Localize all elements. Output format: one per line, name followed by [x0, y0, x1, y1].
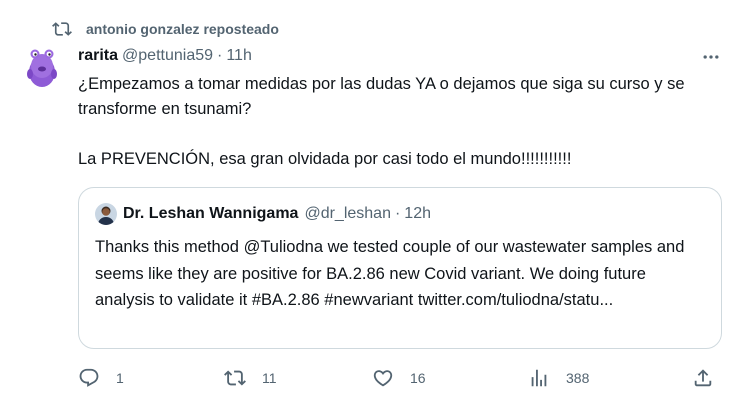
post-text-paragraph-2: La PREVENCIÓN, esa gran olvidada por cas…	[78, 150, 572, 168]
repost-action-icon	[224, 370, 246, 386]
view-count: 388	[566, 370, 590, 386]
quoted-post[interactable]: Dr. Leshan Wannigama @dr_leshan · 12h Th…	[78, 187, 722, 349]
quoted-author-avatar	[95, 203, 117, 225]
quoted-post-text: Thanks this method @Tuliodna we tested c…	[95, 238, 685, 309]
share-button[interactable]	[692, 366, 714, 390]
repost-button[interactable]: 11	[224, 366, 277, 390]
reply-icon	[79, 368, 99, 387]
author-name[interactable]: rarita	[78, 47, 118, 65]
post-text: ¿Empezamos a tomar medidas por las dudas…	[78, 72, 718, 172]
author-avatar[interactable]	[20, 44, 64, 88]
quoted-author-handle: @dr_leshan	[304, 205, 391, 222]
post-header: rarita @pettunia59 · 11h	[78, 44, 724, 68]
reply-count: 1	[116, 370, 124, 386]
author-handle[interactable]: @pettunia59	[122, 47, 213, 65]
repost-count: 11	[262, 370, 277, 386]
more-horizontal-icon	[703, 55, 719, 59]
views-button[interactable]: 388	[528, 366, 589, 390]
share-icon	[694, 369, 712, 387]
quoted-timestamp: 12h	[404, 205, 431, 222]
action-bar: 1 11 16 388	[78, 366, 724, 390]
post-text-paragraph-1: ¿Empezamos a tomar medidas por las dudas…	[78, 75, 685, 118]
like-count: 16	[410, 370, 426, 386]
more-options-button[interactable]	[700, 46, 722, 68]
repost-label[interactable]: antonio gonzalez reposteado	[86, 21, 279, 37]
like-button[interactable]: 16	[372, 366, 426, 390]
repost-icon	[52, 22, 72, 36]
heart-icon	[373, 370, 393, 387]
post-timestamp[interactable]: 11h	[226, 47, 252, 65]
quoted-post-header: Dr. Leshan Wannigama @dr_leshan · 12h	[95, 202, 709, 226]
quoted-header-separator: ·	[394, 205, 401, 222]
post-body: rarita @pettunia59 · 11h ¿Empezamos a to…	[78, 44, 724, 172]
quoted-author-name: Dr. Leshan Wannigama	[123, 205, 299, 222]
person-avatar-icon	[95, 203, 117, 225]
purple-monster-avatar-icon	[20, 44, 64, 88]
header-separator: ·	[217, 47, 223, 64]
reply-button[interactable]: 1	[78, 366, 124, 390]
repost-indicator: antonio gonzalez reposteado	[52, 18, 279, 40]
analytics-icon	[531, 369, 547, 387]
